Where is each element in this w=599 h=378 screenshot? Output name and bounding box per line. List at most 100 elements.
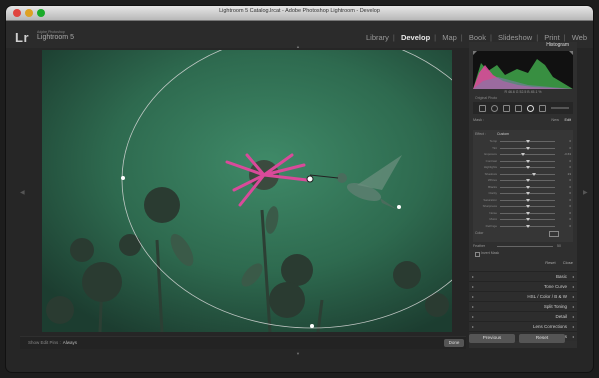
effect-slider-knob[interactable] <box>525 205 530 208</box>
section-header[interactable]: ▸ HSL / Color / B & W ◂ <box>469 291 577 301</box>
section-collapse-icon: ◂ <box>571 304 574 309</box>
effect-slider-track[interactable] <box>500 159 555 163</box>
effect-slider-knob[interactable] <box>525 218 530 221</box>
effect-slider-track[interactable] <box>500 146 555 150</box>
left-panel-toggle-icon[interactable]: ◀ <box>20 189 25 196</box>
effect-slider-row[interactable]: Blacks 0 <box>475 185 571 190</box>
tool-amount-slider[interactable] <box>551 107 569 109</box>
panel-reset-button[interactable]: Reset <box>545 260 555 265</box>
effect-slider-row[interactable]: Noise 0 <box>475 211 571 216</box>
effect-slider-knob[interactable] <box>521 153 526 156</box>
histogram-graph[interactable] <box>473 51 573 89</box>
module-develop[interactable]: Develop <box>401 33 430 42</box>
effect-slider-value: 0 <box>569 184 571 189</box>
effect-slider-row[interactable]: Shadows 23 <box>475 172 571 177</box>
effect-slider-knob[interactable] <box>525 198 530 202</box>
effect-slider-row[interactable]: Highlights 0 <box>475 165 571 170</box>
spot-removal-tool-icon[interactable] <box>491 105 498 112</box>
radial-filter-tool-icon[interactable] <box>527 105 534 112</box>
effect-slider-row[interactable]: Clarity 0 <box>475 191 571 196</box>
photo-canvas[interactable] <box>42 50 452 332</box>
effect-slider-row[interactable]: Moiré 0 <box>475 217 571 222</box>
histogram-header[interactable]: Histogram <box>469 42 577 50</box>
effect-slider-track[interactable] <box>500 198 555 202</box>
effect-slider-track[interactable] <box>500 224 555 228</box>
effect-slider-track[interactable] <box>500 218 555 221</box>
section-header[interactable]: ▸ Tone Curve ◂ <box>469 281 577 291</box>
effect-slider-knob[interactable] <box>525 146 530 150</box>
radial-filter-pin[interactable] <box>306 175 314 183</box>
color-swatch[interactable] <box>549 231 559 237</box>
effect-slider-value: 0 <box>569 191 571 195</box>
section-header[interactable]: ▸ Basic ◂ <box>469 271 577 281</box>
effect-slider-track[interactable] <box>500 140 555 143</box>
effect-slider-track[interactable] <box>500 172 555 176</box>
feather-slider[interactable] <box>497 246 553 247</box>
module-library[interactable]: Library <box>366 33 389 42</box>
section-header[interactable]: ▸ Detail ◂ <box>469 311 577 321</box>
effect-slider-row[interactable]: Defringe 0 <box>475 224 571 229</box>
effect-slider-knob[interactable] <box>525 211 530 215</box>
module-slideshow[interactable]: Slideshow <box>498 33 532 42</box>
section-header[interactable]: ▸ Lens Corrections ◂ <box>469 321 577 331</box>
done-button[interactable]: Done <box>444 339 464 347</box>
mask-edit-button[interactable]: Edit <box>564 118 571 122</box>
effect-slider-knob[interactable] <box>525 224 530 228</box>
top-panel-toggle-icon[interactable]: ▲ <box>296 44 300 49</box>
module-web[interactable]: Web <box>572 33 587 42</box>
app-window: Lightroom 5 Catalog.lrcat - Adobe Photos… <box>6 6 593 372</box>
effect-slider-row[interactable]: Tint 0 <box>475 146 571 151</box>
radial-filter-handle-right[interactable] <box>397 205 401 209</box>
effect-slider-track[interactable] <box>500 192 555 195</box>
mask-new-button[interactable]: New <box>551 118 559 122</box>
effect-preset-dropdown[interactable]: Custom <box>497 132 509 136</box>
panel-close-button[interactable]: Close <box>563 260 573 265</box>
right-panel-toggle-icon[interactable]: ▶ <box>583 189 588 196</box>
reset-all-button[interactable]: Reset <box>519 334 565 343</box>
module-book[interactable]: Book <box>469 33 486 42</box>
effect-slider-knob[interactable] <box>532 172 537 176</box>
crop-tool-icon[interactable] <box>479 105 486 112</box>
module-picker: Library | Develop | Map | Book | Slideshow | … <box>362 33 587 42</box>
graduated-filter-tool-icon[interactable] <box>515 105 522 112</box>
invert-mask-checkbox[interactable] <box>475 252 480 257</box>
effect-slider-knob[interactable] <box>525 140 530 143</box>
section-header[interactable]: ▸ Split Toning ◂ <box>469 301 577 311</box>
bottom-panel-toggle-icon[interactable]: ▼ <box>296 351 300 356</box>
effect-slider-track[interactable] <box>500 179 555 182</box>
module-print[interactable]: Print <box>544 33 559 42</box>
hummingbird-photo[interactable] <box>42 50 452 332</box>
section-label: Tone Curve <box>543 284 567 289</box>
effect-slider-track[interactable] <box>500 153 555 156</box>
show-edit-pins-value[interactable]: Always <box>63 340 77 345</box>
effect-slider-knob[interactable] <box>525 166 530 169</box>
effect-slider-row[interactable]: Temp 0 <box>475 139 571 144</box>
effect-slider-row[interactable]: Whites 0 <box>475 178 571 183</box>
adjustment-brush-tool-icon[interactable] <box>539 105 546 112</box>
effect-slider-label: Blacks <box>488 184 497 189</box>
effect-slider-track[interactable] <box>500 185 555 189</box>
effect-slider-row[interactable]: Contrast 0 <box>475 159 571 164</box>
effect-slider-row[interactable]: Exposure -0.63 <box>475 152 571 157</box>
effect-slider-label: Sharpness <box>482 204 497 208</box>
module-map[interactable]: Map <box>442 33 457 42</box>
effect-slider-row[interactable]: Saturation 0 <box>475 198 571 203</box>
effect-slider-value: 0 <box>569 139 571 143</box>
panel-actions: Reset Close <box>473 260 573 268</box>
effect-slider-track[interactable] <box>500 211 555 215</box>
effect-slider-knob[interactable] <box>525 159 530 163</box>
show-edit-pins[interactable]: Show Edit Pins : Always <box>28 340 77 345</box>
effect-slider-knob[interactable] <box>525 192 530 195</box>
product-name: Lightroom 5 <box>37 34 74 41</box>
effect-slider-track[interactable] <box>500 205 555 208</box>
section-toggle-icon: ▸ <box>472 304 475 309</box>
effect-slider-knob[interactable] <box>525 185 530 189</box>
effect-slider-track[interactable] <box>500 166 555 169</box>
previous-button[interactable]: Previous <box>469 334 515 343</box>
effect-slider-row[interactable]: Sharpness 0 <box>475 204 571 209</box>
module-separator: | <box>460 33 463 42</box>
effect-slider-knob[interactable] <box>525 179 530 182</box>
radial-filter-handle-bottom[interactable] <box>310 324 314 328</box>
radial-filter-handle-left[interactable] <box>121 176 125 180</box>
red-eye-tool-icon[interactable] <box>503 105 510 112</box>
